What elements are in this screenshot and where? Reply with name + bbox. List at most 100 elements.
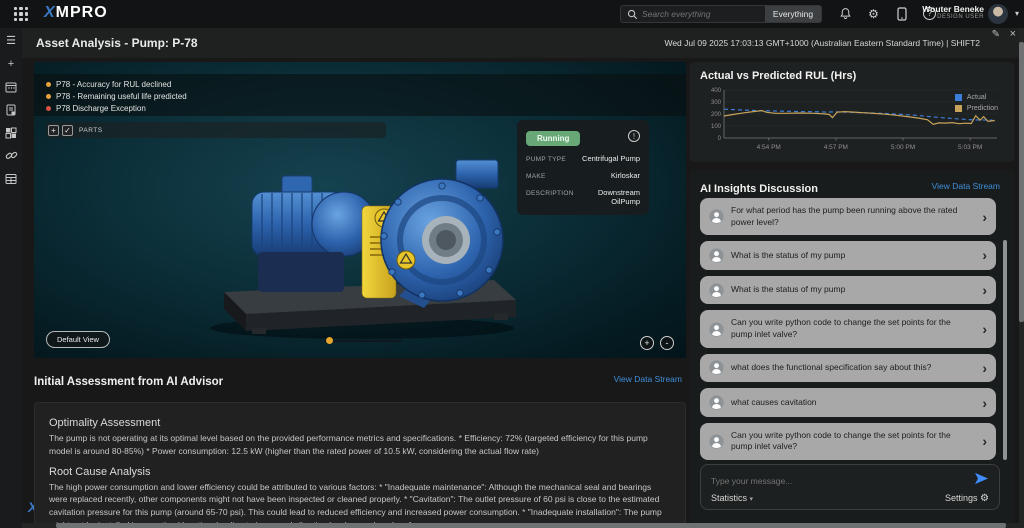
user-menu[interactable]: Wouter Beneke DESIGN USER (922, 4, 984, 20)
alert-item: P78 - Remaining useful life predicted (46, 90, 686, 102)
chevron-right-icon: › (982, 398, 987, 408)
page-title: Asset Analysis - Pump: P-78 (36, 36, 198, 50)
edit-pencil-icon[interactable]: ✎ (992, 29, 1000, 40)
settings-gear-icon[interactable]: ⚙ (866, 6, 881, 21)
svg-text:100: 100 (711, 124, 722, 130)
app-launcher-icon[interactable] (14, 7, 28, 21)
horizontal-scrollbar-thumb[interactable] (56, 523, 1006, 528)
section-heading: Optimality Assessment (49, 417, 671, 429)
message-input[interactable] (711, 476, 981, 486)
legend-item: Prediction (955, 105, 998, 112)
parts-checkbox[interactable]: ✓ (62, 125, 73, 136)
send-icon[interactable] (974, 472, 989, 490)
viewer-zoom-controls: + - (640, 336, 674, 350)
dashboard-blocks-icon[interactable] (0, 122, 22, 143)
chevron-right-icon: › (982, 250, 987, 260)
calendar-icon[interactable] (0, 76, 22, 97)
legend-item: Actual (955, 94, 998, 101)
question-card[interactable]: What is the status of my pump› (700, 276, 996, 305)
zoom-in-button[interactable]: + (640, 336, 654, 350)
user-icon (709, 209, 724, 224)
user-caret-icon[interactable]: ▾ (1015, 9, 1019, 18)
panel-scrollbar[interactable] (1003, 240, 1007, 460)
message-box: Statistics ▾ Settings ⚙ (700, 464, 1000, 510)
pump-info-row: PUMP TYPECentrifugal Pump (526, 154, 640, 163)
pump-info-card: Running ! PUMP TYPECentrifugal Pump MAKEK… (517, 120, 649, 215)
link-icon[interactable] (0, 145, 22, 166)
ai-insights-panel: AI Insights Discussion View Data Stream … (690, 170, 1014, 528)
alert-list: P78 - Accuracy for RUL declinedP78 - Rem… (46, 78, 686, 114)
view-data-stream-link[interactable]: View Data Stream (614, 374, 682, 384)
question-card[interactable]: What is the status of my pump› (700, 241, 996, 270)
model-rotation-slider[interactable] (324, 340, 402, 342)
horizontal-scrollbar[interactable] (22, 523, 1024, 528)
svg-text:4:54 PM: 4:54 PM (757, 144, 781, 151)
avatar[interactable] (988, 4, 1008, 24)
svg-text:4:57 PM: 4:57 PM (824, 144, 848, 151)
global-search: Everything (620, 5, 822, 23)
user-icon (709, 322, 724, 337)
user-icon (709, 434, 724, 449)
assessment-title: Initial Assessment from AI Advisor (34, 376, 223, 388)
chevron-right-icon: › (982, 285, 987, 295)
question-list: For what period has the pump been runnin… (700, 198, 996, 460)
alert-dot-icon (46, 106, 51, 111)
pump-info-row: DESCRIPTIONDownstream OilPump (526, 188, 640, 206)
legend-swatch (955, 94, 962, 101)
close-icon[interactable]: × (1010, 28, 1016, 40)
section-body: The high power consumption and lower eff… (49, 481, 671, 525)
alert-item: P78 - Accuracy for RUL declined (46, 78, 686, 90)
pump-3d-viewer[interactable]: P78 - Accuracy for RUL declinedP78 - Rem… (34, 62, 686, 358)
data-table-icon[interactable] (0, 168, 22, 189)
user-role: DESIGN USER (922, 14, 984, 20)
statistics-dropdown[interactable]: Statistics ▾ (711, 493, 753, 504)
add-icon[interactable]: + (0, 53, 22, 74)
asset-analysis-page: XMPRO Everything ⚙ ? Wouter Beneke DESIG… (0, 0, 1024, 528)
alert-item: P78 Discharge Exception (46, 102, 686, 114)
vertical-scrollbar[interactable] (1019, 28, 1024, 528)
assessment-body: Optimality Assessment The pump is not ope… (34, 402, 686, 524)
pump-3d-model (194, 140, 524, 345)
chevron-right-icon: › (982, 436, 987, 446)
search-scope-button[interactable]: Everything (765, 6, 821, 22)
zoom-out-button[interactable]: - (660, 336, 674, 350)
notifications-bell-icon[interactable] (838, 6, 853, 21)
question-card[interactable]: what causes cavitation› (700, 388, 996, 417)
template-icon[interactable] (0, 99, 22, 120)
menu-icon[interactable]: ☰ (0, 30, 22, 51)
status-badge: Running (526, 131, 580, 146)
parts-label: PARTS (79, 127, 103, 134)
parts-toolbar: + ✓ PARTS (46, 122, 386, 138)
alert-dot-icon (46, 82, 51, 87)
user-icon (709, 283, 724, 298)
user-icon (709, 248, 724, 263)
chevron-down-icon: ▾ (750, 496, 754, 503)
chevron-right-icon: › (982, 212, 987, 222)
datetime-shift: Wed Jul 09 2025 17:03:13 GMT+1000 (Austr… (664, 38, 980, 48)
mobile-device-icon[interactable] (894, 6, 909, 21)
pump-info-rows: PUMP TYPECentrifugal Pump MAKEKirloskar DE… (526, 154, 640, 206)
question-card[interactable]: For what period has the pump been runnin… (700, 198, 996, 235)
default-view-button[interactable]: Default View (46, 331, 110, 348)
search-input[interactable] (642, 6, 765, 22)
section-body: The pump is not operating at its optimal… (49, 432, 671, 458)
section-heading: Root Cause Analysis (49, 466, 671, 478)
left-sidebar: ☰ + (0, 28, 22, 528)
info-icon[interactable]: ! (628, 130, 640, 142)
vertical-scrollbar-thumb[interactable] (1019, 42, 1024, 322)
chevron-right-icon: › (982, 363, 987, 373)
svg-text:400: 400 (711, 88, 722, 94)
question-card[interactable]: Can you write python code to change the … (700, 310, 996, 347)
chart-title: Actual vs Predicted RUL (Hrs) (700, 70, 1004, 82)
legend-swatch (955, 105, 962, 112)
slider-thumb[interactable] (326, 337, 333, 344)
question-card[interactable]: what does the functional specification s… (700, 354, 996, 383)
settings-button[interactable]: Settings ⚙ (945, 493, 989, 504)
pump-info-row: MAKEKirloskar (526, 171, 640, 180)
svg-text:300: 300 (711, 100, 722, 106)
view-data-stream-link[interactable]: View Data Stream (932, 181, 1000, 191)
svg-text:0: 0 (718, 136, 722, 142)
svg-text:5:03 PM: 5:03 PM (958, 144, 982, 151)
add-part-button[interactable]: + (48, 125, 59, 136)
question-card[interactable]: Can you write python code to change the … (700, 423, 996, 460)
